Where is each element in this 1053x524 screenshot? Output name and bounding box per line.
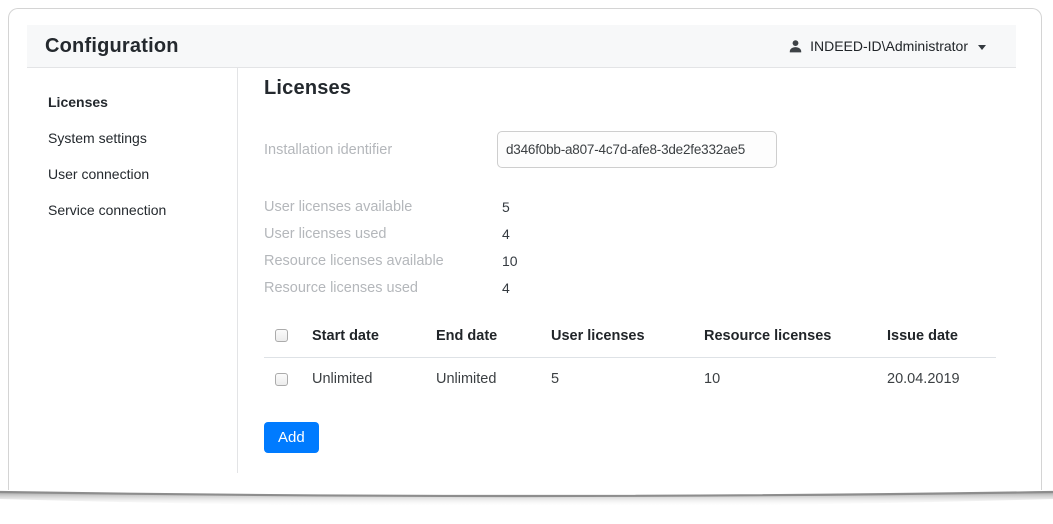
column-header-issue-date: Issue date [887, 328, 996, 344]
content-panel: Licenses Installation identifier User li… [238, 68, 1016, 473]
licenses-table: Start date End date User licenses Resour… [264, 314, 996, 400]
select-all-checkbox[interactable] [275, 329, 288, 342]
sidebar-item-service-connection[interactable]: Service connection [48, 192, 237, 228]
user-licenses-available-label: User licenses available [264, 199, 502, 215]
column-header-user-licenses: User licenses [551, 328, 704, 344]
user-name: INDEED-ID\Administrator [810, 38, 968, 54]
window-content: Configuration INDEED-ID\Administrator Li… [9, 9, 1041, 473]
cell-end-date: Unlimited [436, 371, 551, 387]
installation-identifier-row: Installation identifier [264, 131, 1016, 168]
column-header-start-date: Start date [312, 328, 436, 344]
resource-licenses-available-label: Resource licenses available [264, 253, 502, 269]
app-title: Configuration [45, 35, 179, 58]
sidebar-item-licenses[interactable]: Licenses [48, 84, 237, 120]
chevron-down-icon [978, 45, 986, 50]
user-licenses-used-label: User licenses used [264, 226, 502, 242]
app-header: Configuration INDEED-ID\Administrator [27, 25, 1016, 68]
cell-start-date: Unlimited [312, 371, 436, 387]
user-account-menu[interactable]: INDEED-ID\Administrator [788, 38, 986, 54]
installation-identifier-label: Installation identifier [264, 142, 497, 158]
column-header-end-date: End date [436, 328, 551, 344]
app-window: Configuration INDEED-ID\Administrator Li… [8, 8, 1042, 490]
cell-user-licenses: 5 [551, 371, 704, 387]
resource-licenses-used-value: 4 [502, 280, 510, 296]
row-checkbox[interactable] [275, 373, 288, 386]
window-body: Licenses System settings User connection… [27, 68, 1016, 473]
row-select-cell [264, 373, 312, 386]
person-icon [788, 39, 803, 54]
stat-row-resource-available: Resource licenses available 10 [264, 247, 1016, 274]
license-stats: User licenses available 5 User licenses … [264, 193, 1016, 301]
page-curl-shadow [0, 488, 1053, 518]
sidebar-item-system-settings[interactable]: System settings [48, 120, 237, 156]
sidebar: Licenses System settings User connection… [27, 68, 238, 473]
table-header-row: Start date End date User licenses Resour… [264, 314, 996, 358]
select-all-cell [264, 329, 312, 342]
add-button[interactable]: Add [264, 422, 319, 453]
user-licenses-available-value: 5 [502, 199, 510, 215]
cell-issue-date: 20.04.2019 [887, 371, 996, 387]
stat-row-resource-used: Resource licenses used 4 [264, 274, 1016, 301]
cell-resource-licenses: 10 [704, 371, 887, 387]
sidebar-item-user-connection[interactable]: User connection [48, 156, 237, 192]
stat-row-user-used: User licenses used 4 [264, 220, 1016, 247]
user-licenses-used-value: 4 [502, 226, 510, 242]
resource-licenses-available-value: 10 [502, 253, 518, 269]
table-row: Unlimited Unlimited 5 10 20.04.2019 [264, 358, 996, 400]
installation-identifier-input[interactable] [497, 131, 777, 168]
resource-licenses-used-label: Resource licenses used [264, 280, 502, 296]
stat-row-user-available: User licenses available 5 [264, 193, 1016, 220]
page-title: Licenses [264, 77, 1016, 100]
screenshot-canvas: Configuration INDEED-ID\Administrator Li… [0, 0, 1053, 524]
column-header-resource-licenses: Resource licenses [704, 328, 887, 344]
